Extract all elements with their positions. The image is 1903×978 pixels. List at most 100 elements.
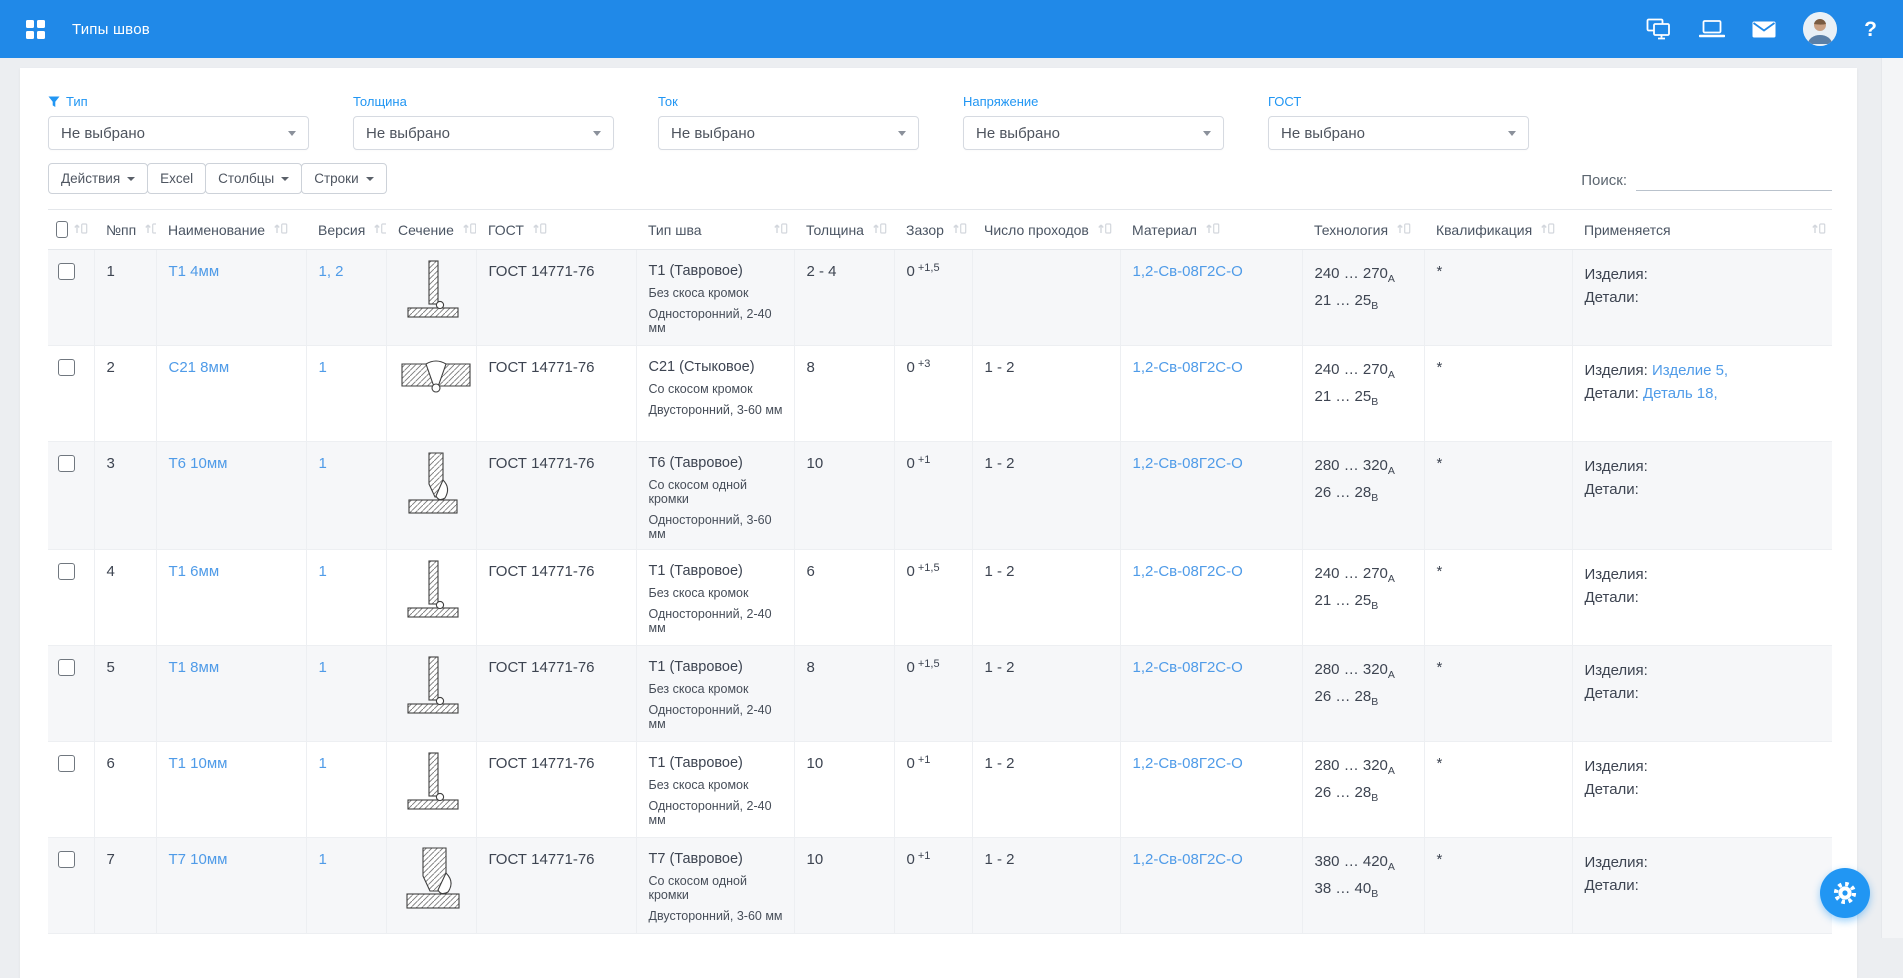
version-cell: 1: [306, 742, 386, 838]
version-cell: 1: [306, 550, 386, 646]
passes-cell: 1 - 2: [972, 646, 1120, 742]
search-label: Поиск:: [1581, 172, 1627, 189]
gost-cell: ГОСТ 14771-76: [476, 646, 636, 742]
col-header-technology[interactable]: Технология: [1302, 210, 1424, 250]
col-header-seam-type[interactable]: Тип шва: [636, 210, 794, 250]
version-link[interactable]: 1, 2: [319, 263, 344, 280]
seam-name-link[interactable]: Т1 6мм: [169, 563, 220, 580]
laptop-icon[interactable]: [1699, 19, 1725, 39]
filter-select-voltage[interactable]: Не выбрано: [963, 116, 1224, 150]
screens-icon[interactable]: [1646, 18, 1672, 40]
content-card: Тип Не выбрано Толщина Не выбрано Ток Не…: [20, 68, 1857, 978]
seam-name-link[interactable]: С21 8мм: [169, 359, 230, 376]
material-link[interactable]: 1,2-Св-08Г2С-О: [1133, 659, 1243, 676]
seam-name-link[interactable]: Т7 10мм: [169, 851, 228, 868]
name-cell: Т7 10мм: [156, 838, 306, 934]
filter-select-current[interactable]: Не выбрано: [658, 116, 919, 150]
row-checkbox[interactable]: [58, 563, 75, 580]
mail-icon[interactable]: [1752, 21, 1776, 38]
technology-range: 26 … 28В: [1315, 782, 1416, 809]
section-cell: [386, 442, 476, 550]
version-link[interactable]: 1: [319, 851, 327, 868]
settings-fab-button[interactable]: [1820, 868, 1870, 918]
chevron-down-icon: [288, 131, 296, 136]
search-box: Поиск:: [1581, 169, 1832, 194]
row-checkbox[interactable]: [58, 755, 75, 772]
scrollbar-track[interactable]: [1881, 58, 1903, 938]
row-checkbox[interactable]: [58, 659, 75, 676]
columns-button[interactable]: Столбцы: [205, 163, 302, 194]
table-row: 2С21 8мм1ГОСТ 14771-76С21 (Стыковое)Со с…: [48, 346, 1832, 442]
sort-icon: [1811, 222, 1826, 238]
version-link[interactable]: 1: [319, 563, 327, 580]
gap-tolerance: +1: [918, 754, 931, 766]
sort-icon[interactable]: [73, 222, 88, 238]
material-link[interactable]: 1,2-Св-08Г2С-О: [1133, 455, 1243, 472]
filter-select-gost[interactable]: Не выбрано: [1268, 116, 1529, 150]
filter-select-type[interactable]: Не выбрано: [48, 116, 309, 150]
col-header-qualification[interactable]: Квалификация: [1424, 210, 1572, 250]
avatar[interactable]: [1803, 12, 1837, 46]
sort-icon: [872, 222, 887, 238]
col-header-name[interactable]: Наименование: [156, 210, 306, 250]
applies-details-line: Детали: Деталь 18,: [1585, 382, 1825, 405]
version-cell: 1, 2: [306, 250, 386, 346]
col-header-section[interactable]: Сечение: [386, 210, 476, 250]
product-link[interactable]: Изделие 5,: [1652, 362, 1728, 379]
row-checkbox[interactable]: [58, 851, 75, 868]
applies-details-line: Детали:: [1585, 778, 1825, 801]
technology-range: 21 … 25В: [1315, 290, 1416, 317]
col-header-num[interactable]: №пп: [94, 210, 156, 250]
technology-range: 380 … 420А: [1315, 851, 1416, 878]
col-header-applies[interactable]: Применяется: [1572, 210, 1832, 250]
seam-name-link[interactable]: Т1 8мм: [169, 659, 220, 676]
version-link[interactable]: 1: [319, 659, 327, 676]
filter-select-thickness[interactable]: Не выбрано: [353, 116, 614, 150]
rows-button[interactable]: Строки: [301, 163, 386, 194]
applies-products-line: Изделия:: [1585, 659, 1825, 682]
technology-range: 21 … 25В: [1315, 590, 1416, 617]
qualification-cell: *: [1424, 550, 1572, 646]
applies-cell: Изделия: Детали:: [1572, 646, 1832, 742]
gap-tolerance: +1,5: [918, 562, 940, 574]
version-link[interactable]: 1: [319, 755, 327, 772]
weld-section-diagram-icon: [401, 899, 465, 916]
search-input[interactable]: [1636, 169, 1832, 191]
col-header-gost[interactable]: ГОСТ: [476, 210, 636, 250]
detail-link[interactable]: Деталь 18,: [1643, 385, 1718, 402]
col-header-version[interactable]: Версия: [306, 210, 386, 250]
col-header-material[interactable]: Материал: [1120, 210, 1302, 250]
material-link[interactable]: 1,2-Св-08Г2С-О: [1133, 359, 1243, 376]
row-checkbox[interactable]: [58, 263, 75, 280]
material-link[interactable]: 1,2-Св-08Г2С-О: [1133, 755, 1243, 772]
col-header-thickness[interactable]: Толщина: [794, 210, 894, 250]
row-checkbox[interactable]: [58, 359, 75, 376]
technology-range: 21 … 25В: [1315, 386, 1416, 413]
material-link[interactable]: 1,2-Св-08Г2С-О: [1133, 263, 1243, 280]
applies-cell: Изделия: Детали:: [1572, 550, 1832, 646]
applies-products-line: Изделия: Изделие 5,: [1585, 359, 1825, 382]
version-link[interactable]: 1: [319, 455, 327, 472]
material-link[interactable]: 1,2-Св-08Г2С-О: [1133, 851, 1243, 868]
seam-name-link[interactable]: Т1 10мм: [169, 755, 228, 772]
help-icon[interactable]: ?: [1864, 19, 1877, 40]
table-row: 3Т6 10мм1ГОСТ 14771-76Т6 (Тавровое)Со ск…: [48, 442, 1832, 550]
section-cell: [386, 646, 476, 742]
seam-name-link[interactable]: Т1 4мм: [169, 263, 220, 280]
version-link[interactable]: 1: [319, 359, 327, 376]
apps-grid-icon[interactable]: [26, 20, 45, 39]
topbar-icons: ?: [1646, 12, 1877, 46]
select-all-checkbox[interactable]: [56, 221, 68, 238]
seam-type-detail: Без скоса кромок: [649, 682, 786, 696]
row-select-cell: [48, 742, 94, 838]
col-header-passes[interactable]: Число проходов: [972, 210, 1120, 250]
seam-name-link[interactable]: Т6 10мм: [169, 455, 228, 472]
col-header-gap[interactable]: Зазор: [894, 210, 972, 250]
excel-button[interactable]: Excel: [147, 163, 206, 194]
row-checkbox[interactable]: [58, 455, 75, 472]
technology-cell: 240 … 270А21 … 25В: [1302, 250, 1424, 346]
material-link[interactable]: 1,2-Св-08Г2С-О: [1133, 563, 1243, 580]
seam-type-detail: Со скосом одной кромки: [649, 874, 786, 902]
filter-label: Ток: [658, 94, 678, 109]
actions-button[interactable]: Действия: [48, 163, 148, 194]
